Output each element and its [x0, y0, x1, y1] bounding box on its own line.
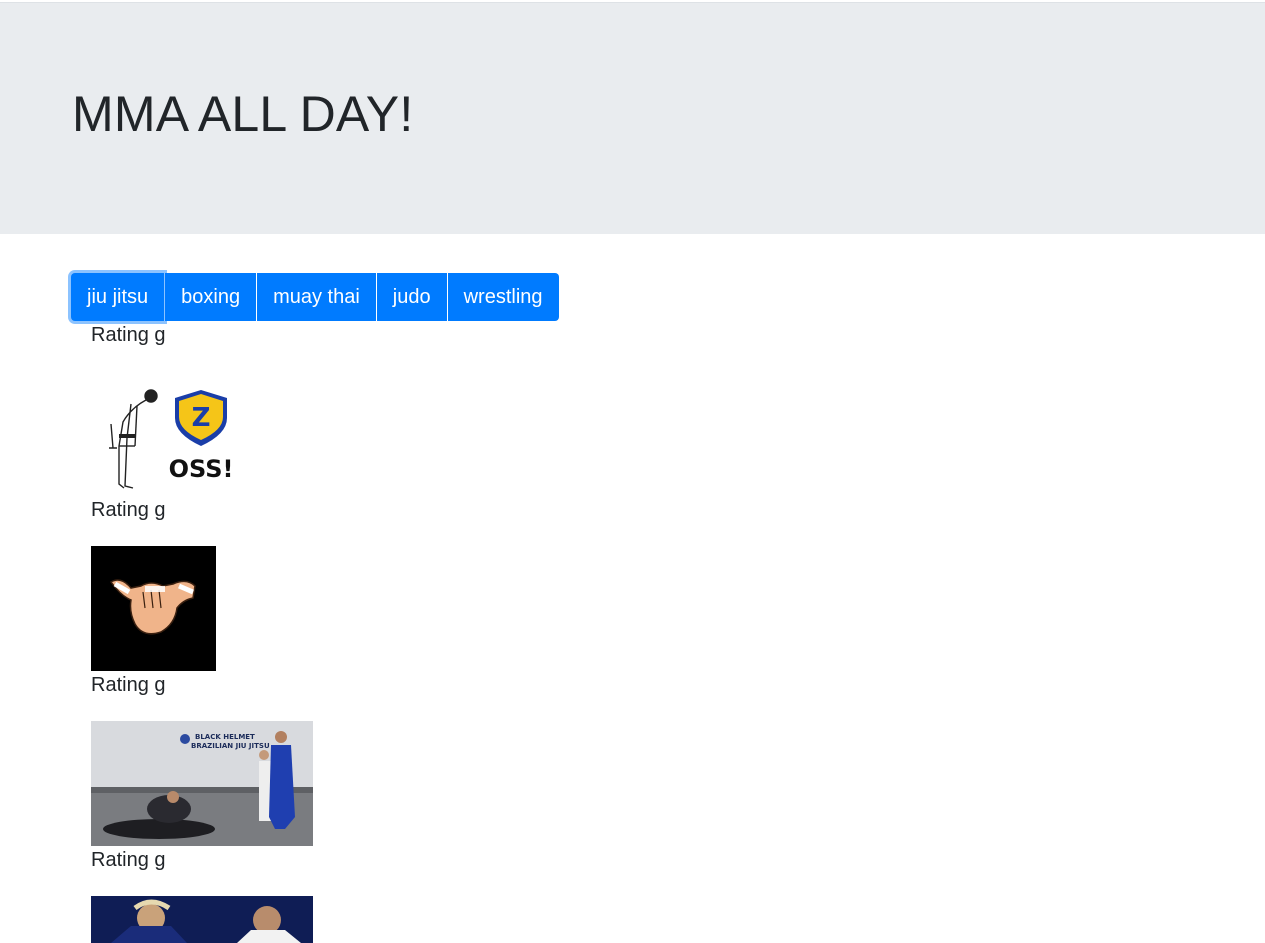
page-title: MMA ALL DAY! — [72, 86, 414, 142]
category-button-group: jiu jitsu boxing muay thai judo wrestlin… — [71, 273, 559, 321]
oss-bow-gif: Z OSS! — [91, 384, 236, 494]
category-button-muay-thai[interactable]: muay thai — [257, 273, 376, 321]
gif-rating-label: Rating g — [91, 674, 166, 696]
oss-text: OSS! — [169, 455, 234, 483]
category-button-jiu-jitsu[interactable]: jiu jitsu — [71, 273, 165, 321]
gif-rating-label: Rating g — [91, 324, 166, 346]
header-jumbotron: MMA ALL DAY! — [0, 2, 1265, 234]
category-button-boxing[interactable]: boxing — [165, 273, 257, 321]
category-button-judo[interactable]: judo — [376, 273, 447, 321]
bjj-training-gif: BLACK HELMET BRAZILIAN JIU JITSU — [91, 721, 313, 846]
gym-banner-line2: BRAZILIAN JIU JITSU — [191, 742, 270, 750]
logo-letter: Z — [192, 403, 211, 433]
category-button-wrestling[interactable]: wrestling — [447, 273, 559, 321]
shaka-hand-gif — [91, 546, 216, 671]
gif-rating-label: Rating g — [91, 499, 166, 521]
gym-banner-line1: BLACK HELMET — [195, 733, 255, 741]
gif-rating-label: Rating g — [91, 849, 166, 871]
bjj-match-gif — [91, 896, 313, 943]
